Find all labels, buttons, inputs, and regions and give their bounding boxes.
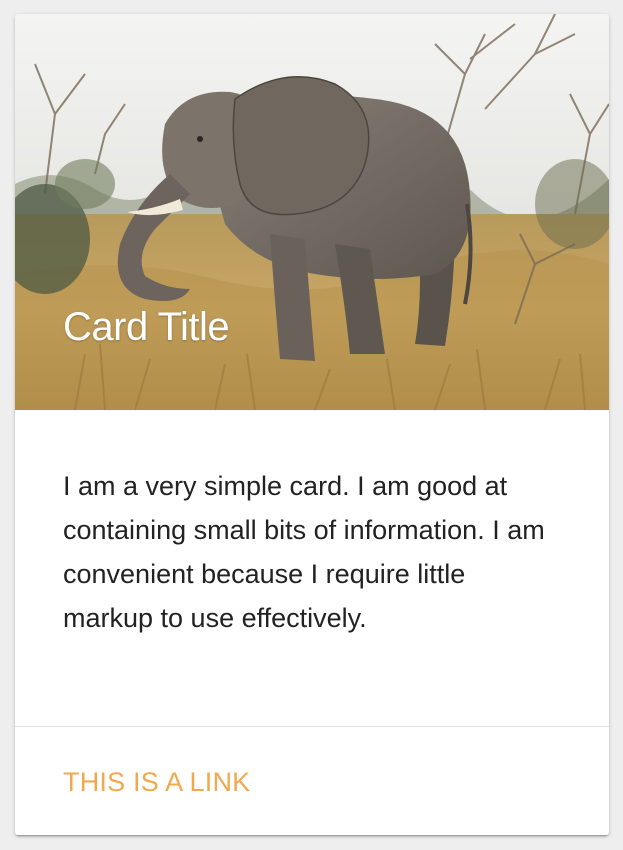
card-action: THIS IS A LINK: [15, 726, 609, 835]
elephant-photo: [15, 14, 609, 410]
card-title: Card Title: [63, 305, 230, 349]
card-body-text: I am a very simple card. I am good at co…: [63, 471, 545, 633]
card-image: Card Title: [15, 14, 609, 410]
card-content: I am a very simple card. I am good at co…: [15, 410, 609, 726]
card: Card Title I am a very simple card. I am…: [15, 14, 609, 835]
card-link[interactable]: THIS IS A LINK: [63, 767, 250, 797]
